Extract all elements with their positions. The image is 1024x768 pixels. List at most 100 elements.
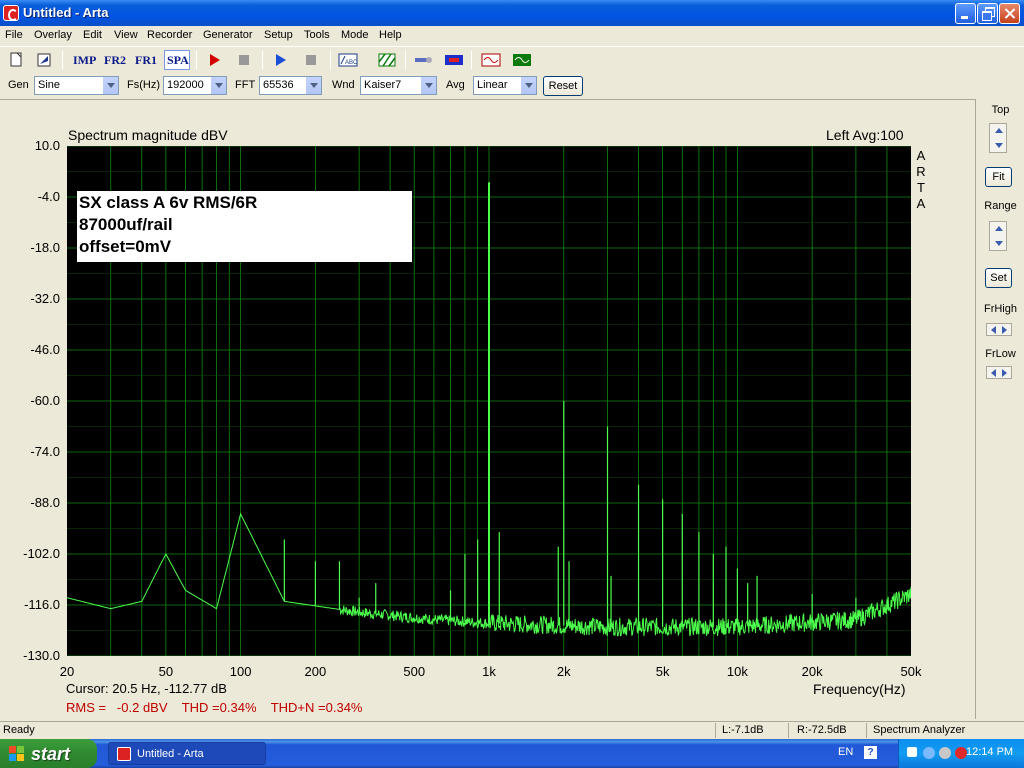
edit-arrow-icon[interactable] (33, 50, 55, 70)
signal-wave-icon[interactable] (480, 50, 502, 70)
gen-label: Gen (8, 79, 29, 91)
generator-select[interactable]: Sine (34, 76, 119, 95)
clock: 12:14 PM (966, 746, 1014, 758)
channel-avg-label: Left Avg:100 (826, 127, 904, 143)
menu-mode[interactable]: Mode (341, 29, 369, 41)
color-bar-icon[interactable] (443, 50, 465, 70)
y-tick-label: 10.0 (34, 138, 60, 153)
wnd-label: Wnd (332, 79, 355, 91)
y-tick-label: -74.0 (30, 444, 60, 459)
svg-text:ABC: ABC (345, 60, 358, 66)
top-label: Top (991, 104, 1010, 116)
x-axis-title: Frequency(Hz) (813, 681, 906, 697)
language-indicator[interactable]: EN (838, 746, 853, 758)
imp-mode-button[interactable]: IMP (73, 53, 96, 68)
network-icon[interactable] (923, 747, 935, 759)
record-play-icon[interactable] (204, 50, 226, 70)
taskbar: start Untitled - Arta EN ? 12:14 PM (0, 739, 1024, 768)
toolbar-separator (405, 51, 406, 69)
start-button[interactable]: start (0, 739, 97, 768)
reset-button[interactable]: Reset (543, 76, 583, 96)
help-icon[interactable]: ? (864, 746, 877, 759)
menu-setup[interactable]: Setup (264, 29, 293, 41)
taskbar-item-arta[interactable]: Untitled - Arta (108, 742, 266, 765)
toolbar-separator (471, 51, 472, 69)
generator-stop-icon[interactable] (300, 50, 322, 70)
x-tick-label: 2k (556, 664, 571, 679)
plot-title: Spectrum magnitude dBV (68, 127, 228, 143)
menu-bar: File Overlay Edit View Recorder Generato… (0, 26, 1024, 45)
y-tick-label: -32.0 (30, 291, 60, 306)
menu-help[interactable]: Help (379, 29, 402, 41)
toolbar-separator (262, 51, 263, 69)
x-tick-label: 5k (655, 664, 670, 679)
volume-icon[interactable] (907, 747, 917, 757)
grid-hatch-icon[interactable] (376, 50, 398, 70)
status-bar: Ready L:-7.1dB R:-72.5dB Spectrum Analyz… (0, 721, 1024, 739)
window-select[interactable]: Kaiser7 (360, 76, 437, 95)
text-label-icon[interactable]: ABC (337, 50, 359, 70)
chevron-down-icon (305, 77, 321, 94)
avg-label: Avg (446, 79, 465, 91)
new-file-icon[interactable] (5, 50, 27, 70)
generator-play-icon[interactable] (270, 50, 292, 70)
chevron-down-icon (102, 77, 118, 94)
x-tick-label: 50 (158, 664, 174, 679)
menu-file[interactable]: File (5, 29, 23, 41)
scope-icon[interactable] (511, 50, 533, 70)
y-tick-label: -102.0 (23, 546, 60, 561)
frlow-spinner[interactable] (986, 366, 1012, 379)
menu-view[interactable]: View (114, 29, 138, 41)
sample-rate-select[interactable]: 192000 (163, 76, 227, 95)
toolbar-separator (196, 51, 197, 69)
cursor-readout: Cursor: 20.5 Hz, -112.77 dB (66, 681, 227, 696)
meter-icon[interactable] (412, 50, 434, 70)
menu-edit[interactable]: Edit (83, 29, 102, 41)
x-tick-label: 200 (304, 664, 327, 679)
menu-generator[interactable]: Generator (203, 29, 253, 41)
fft-size-select[interactable]: 65536 (259, 76, 322, 95)
y-tick-label: -4.0 (37, 189, 60, 204)
x-tick-label: 500 (403, 664, 426, 679)
frhigh-spinner[interactable] (986, 323, 1012, 336)
toolbar-separator (330, 51, 331, 69)
fs-label: Fs(Hz) (127, 79, 160, 91)
annotation-line: offset=0mV (79, 237, 172, 256)
top-spinner[interactable] (989, 123, 1007, 153)
range-label: Range (984, 200, 1017, 212)
range-spinner[interactable] (989, 221, 1007, 251)
restore-button[interactable] (977, 3, 998, 24)
measurement-readout: RMS = -0.2 dBV THD =0.34% THD+N =0.34% (66, 700, 363, 715)
averaging-select[interactable]: Linear (473, 76, 537, 95)
spa-mode-button[interactable]: SPA (164, 50, 190, 70)
fr2-mode-button[interactable]: FR2 (104, 53, 126, 68)
menu-overlay[interactable]: Overlay (34, 29, 72, 41)
menu-tools[interactable]: Tools (304, 29, 330, 41)
window-title: Untitled - Arta (23, 5, 109, 20)
record-stop-icon[interactable] (233, 50, 255, 70)
x-tick-label: 10k (726, 664, 748, 679)
close-button[interactable] (999, 3, 1020, 24)
arta-app-icon[interactable] (3, 5, 19, 21)
antivirus-icon[interactable] (939, 747, 951, 759)
set-button[interactable]: Set (985, 268, 1012, 288)
side-panel: Top Range FrHigh FrLow (977, 99, 1024, 719)
x-tick-label: 20 (59, 664, 75, 679)
frhigh-label: FrHigh (983, 303, 1017, 315)
fr1-mode-button[interactable]: FR1 (135, 53, 157, 68)
x-tick-label: 20k (801, 664, 823, 679)
y-tick-label: -130.0 (23, 648, 60, 663)
x-tick-label: 50k (900, 664, 922, 679)
fft-label: FFT (235, 79, 256, 91)
y-tick-label: -18.0 (30, 240, 60, 255)
minimize-button[interactable] (955, 3, 976, 24)
title-bar: Untitled - Arta (0, 0, 1024, 26)
menu-recorder[interactable]: Recorder (147, 29, 192, 41)
annotation-box[interactable]: SX class A 6v RMS/6R 87000uf/rail offset… (77, 191, 412, 262)
fit-button[interactable]: Fit (985, 167, 1012, 187)
status-right-level: R:-72.5dB (797, 724, 847, 736)
status-ready: Ready (3, 724, 35, 736)
y-tick-label: -116.0 (24, 597, 60, 612)
toolbar-separator (62, 51, 63, 69)
annotation-line: SX class A 6v RMS/6R (79, 193, 258, 212)
